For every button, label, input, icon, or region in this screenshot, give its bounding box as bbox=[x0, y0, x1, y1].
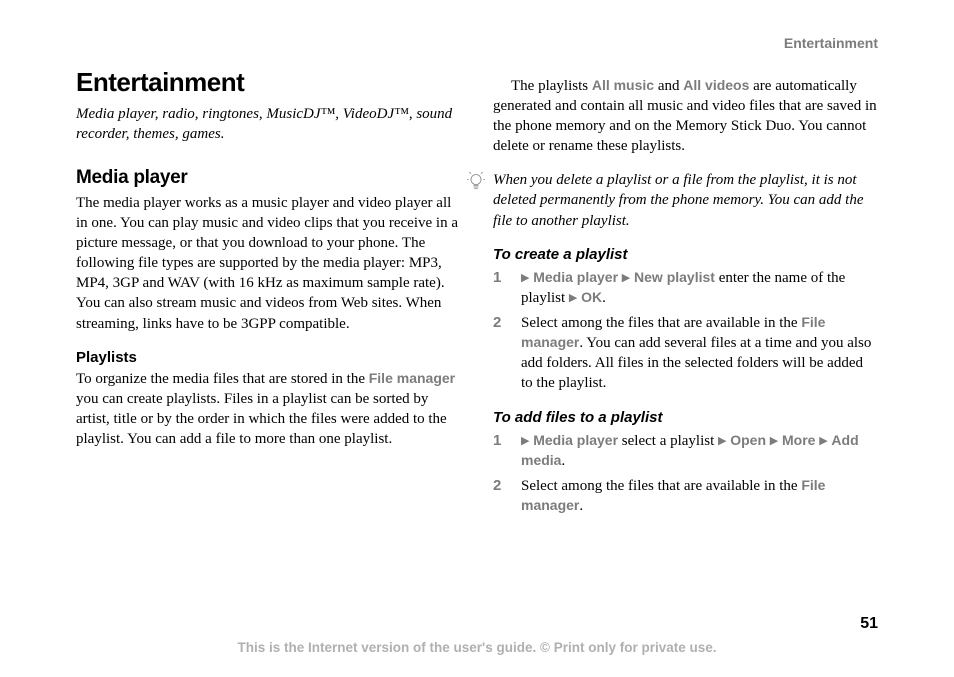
add-step2-a: Select among the files that are availabl… bbox=[521, 478, 801, 494]
tip-block: When you delete a playlist or a file fro… bbox=[467, 170, 878, 230]
arrow-icon: ▶ bbox=[622, 272, 630, 284]
playlists-heading: Playlists bbox=[76, 348, 461, 368]
chapter-subtitle: Media player, radio, ringtones, MusicDJ™… bbox=[76, 104, 461, 145]
nav-ok: OK bbox=[581, 289, 602, 305]
add-step-1: ▶ Media player select a playlist ▶ Open … bbox=[493, 431, 878, 472]
footer-notice: This is the Internet version of the user… bbox=[0, 639, 954, 657]
playlists-body: To organize the media files that are sto… bbox=[76, 369, 461, 449]
playlists-body-part1: To organize the media files that are sto… bbox=[76, 371, 369, 387]
media-player-heading: Media player bbox=[76, 166, 461, 191]
nav-media-player: Media player bbox=[533, 432, 618, 448]
nav-more: More bbox=[782, 432, 815, 448]
playlists-auto-2: and bbox=[654, 78, 683, 94]
arrow-icon: ▶ bbox=[718, 435, 726, 447]
create-step2-a: Select among the files that are availabl… bbox=[521, 315, 801, 331]
create-step-1: ▶ Media player ▶ New playlist enter the … bbox=[493, 268, 878, 309]
playlists-auto-body: The playlists All music and All videos a… bbox=[493, 76, 878, 156]
playlists-auto-1: The playlists bbox=[511, 78, 592, 94]
arrow-icon: ▶ bbox=[521, 435, 529, 447]
header-section-label: Entertainment bbox=[784, 34, 878, 52]
create-playlist-steps: ▶ Media player ▶ New playlist enter the … bbox=[493, 268, 878, 394]
add-files-heading: To add files to a playlist bbox=[493, 408, 878, 428]
nav-new-playlist: New playlist bbox=[634, 269, 715, 285]
create-step-2: Select among the files that are availabl… bbox=[493, 313, 878, 394]
add-step-2: Select among the files that are availabl… bbox=[493, 476, 878, 517]
arrow-icon: ▶ bbox=[569, 292, 577, 304]
add-files-steps: ▶ Media player select a playlist ▶ Open … bbox=[493, 431, 878, 516]
lightbulb-icon bbox=[467, 172, 485, 192]
create-playlist-heading: To create a playlist bbox=[493, 245, 878, 265]
playlists-body-part2: you can create playlists. Files in a pla… bbox=[76, 391, 447, 447]
all-music-label: All music bbox=[592, 77, 654, 93]
all-videos-label: All videos bbox=[683, 77, 749, 93]
nav-open: Open bbox=[730, 432, 766, 448]
left-column: Entertainment Media player, radio, ringt… bbox=[76, 66, 461, 520]
content-columns: Entertainment Media player, radio, ringt… bbox=[76, 66, 878, 520]
nav-media-player: Media player bbox=[533, 269, 618, 285]
right-column: The playlists All music and All videos a… bbox=[493, 76, 878, 520]
add-step1-mid: select a playlist bbox=[618, 433, 718, 449]
media-player-body: The media player works as a music player… bbox=[76, 193, 461, 334]
file-manager-label: File manager bbox=[369, 370, 455, 386]
arrow-icon: ▶ bbox=[819, 435, 827, 447]
arrow-icon: ▶ bbox=[521, 272, 529, 284]
chapter-title: Entertainment bbox=[76, 66, 461, 100]
arrow-icon: ▶ bbox=[770, 435, 778, 447]
tip-text: When you delete a playlist or a file fro… bbox=[493, 170, 878, 230]
page-number: 51 bbox=[860, 614, 878, 635]
